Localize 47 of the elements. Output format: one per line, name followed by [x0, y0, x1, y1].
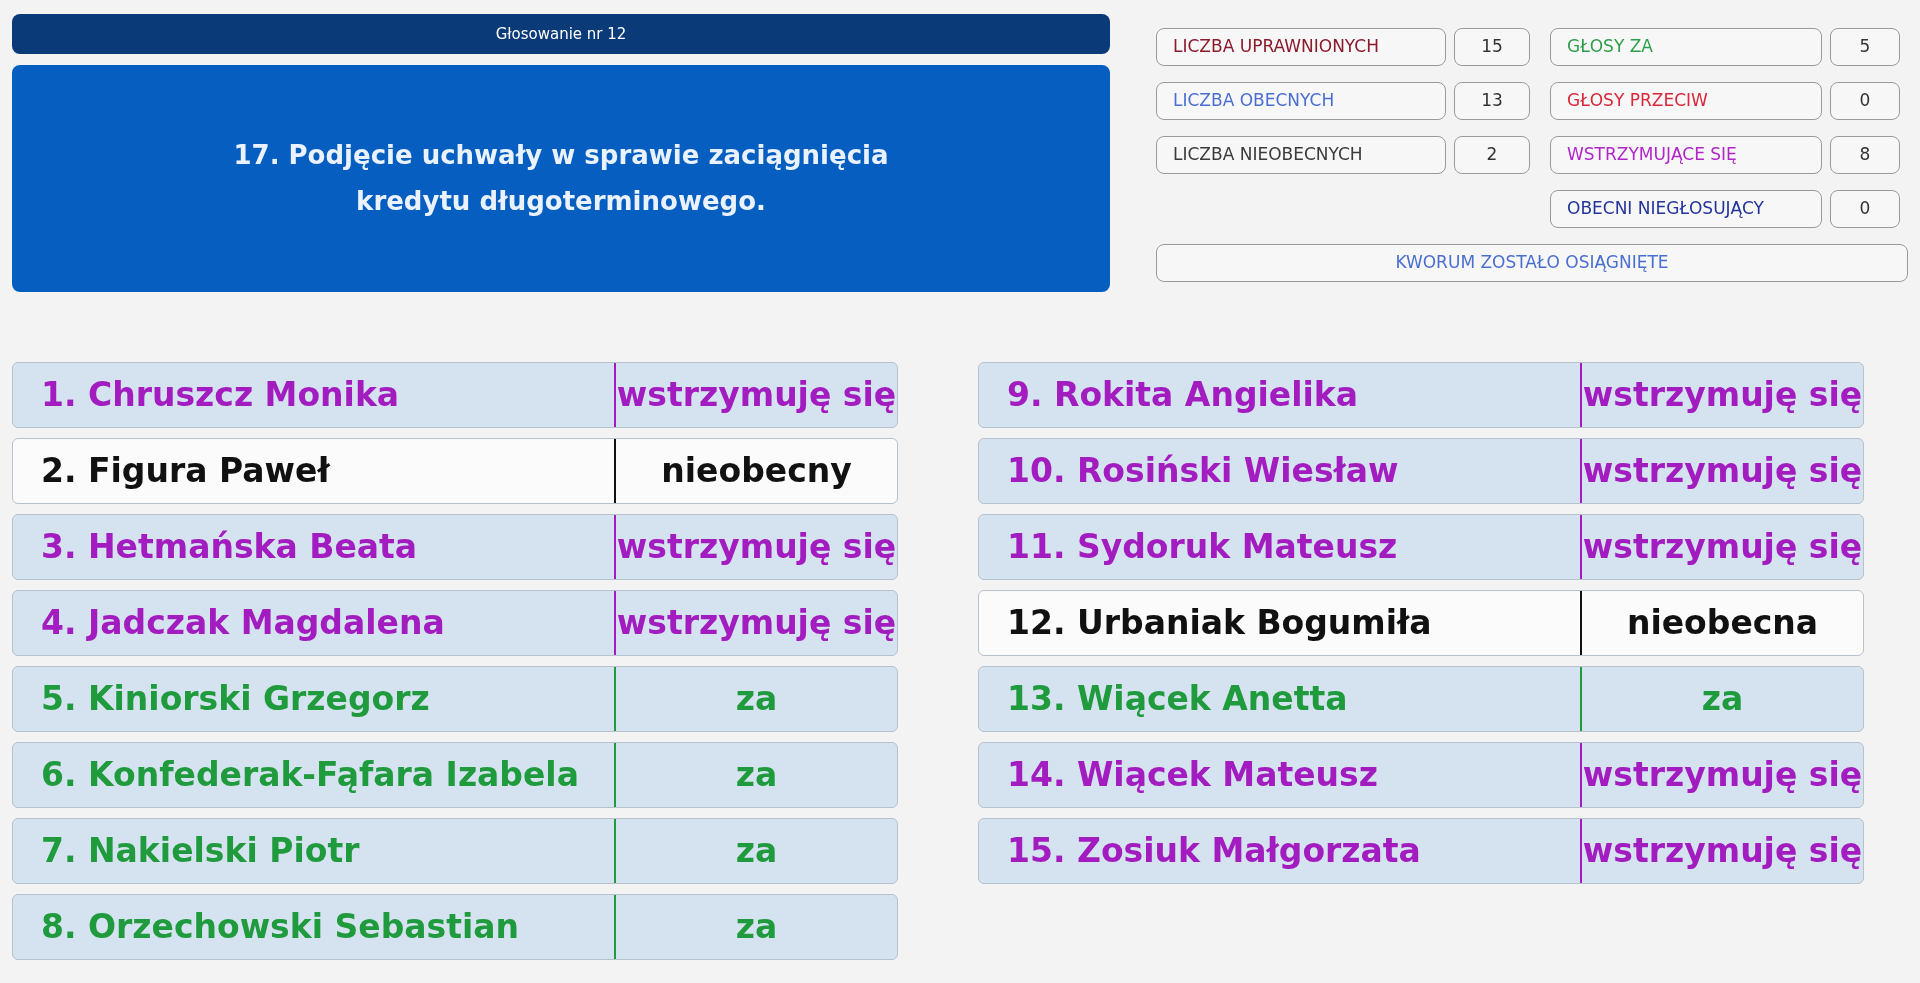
stat-label: LICZBA OBECNYCH: [1156, 82, 1446, 120]
stat-value: 13: [1454, 82, 1530, 120]
stat-value: 5: [1830, 28, 1900, 66]
stat-value: 15: [1454, 28, 1530, 66]
vote-result: wstrzymuję się: [614, 515, 897, 579]
member-name: 14. Wiącek Mateusz: [1006, 754, 1379, 797]
stat-label: WSTRZYMUJĄCE SIĘ: [1550, 136, 1822, 174]
member-name: 15. Zosiuk Małgorzata: [1006, 830, 1422, 873]
member-name: 7. Nakielski Piotr: [40, 830, 361, 873]
vote-result: wstrzymuję się: [1580, 439, 1863, 503]
stat-label: LICZBA UPRAWNIONYCH: [1156, 28, 1446, 66]
member-name: 2. Figura Paweł: [40, 450, 331, 493]
vote-result: za: [1580, 667, 1863, 731]
stat-value: 0: [1830, 82, 1900, 120]
member-name: 8. Orzechowski Sebastian: [40, 906, 521, 949]
vote-result: za: [614, 895, 897, 959]
vote-result: za: [614, 667, 897, 731]
quorum-status: KWORUM ZOSTAŁO OSIĄGNIĘTE: [1156, 244, 1908, 282]
stat-value: 8: [1830, 136, 1900, 174]
member-name: 5. Kiniorski Grzegorz: [40, 678, 431, 721]
stat-value: 2: [1454, 136, 1530, 174]
member-name: 3. Hetmańska Beata: [40, 526, 419, 569]
stat-label: LICZBA NIEOBECNYCH: [1156, 136, 1446, 174]
vote-result: wstrzymuję się: [1580, 363, 1863, 427]
vote-title: Głosowanie nr 12: [12, 14, 1110, 54]
stat-label: GŁOSY PRZECIW: [1550, 82, 1822, 120]
member-name: 11. Sydoruk Mateusz: [1006, 526, 1399, 569]
member-name: 1. Chruszcz Monika: [40, 374, 401, 417]
vote-result: wstrzymuję się: [614, 363, 897, 427]
vote-result: wstrzymuję się: [1580, 515, 1863, 579]
agenda-panel: 17. Podjęcie uchwały w sprawie zaciągnięcia kredytu długoterminowego.: [12, 65, 1110, 292]
member-name: 12. Urbaniak Bogumiła: [1006, 602, 1433, 645]
stat-label: OBECNI NIEGŁOSUJĄCY: [1550, 190, 1822, 228]
vote-result: za: [614, 819, 897, 883]
vote-result: nieobecny: [614, 439, 897, 503]
stat-label: GŁOSY ZA: [1550, 28, 1822, 66]
member-name: 9. Rokita Angielika: [1006, 374, 1360, 417]
member-name: 13. Wiącek Anetta: [1006, 678, 1349, 721]
vote-result: za: [614, 743, 897, 807]
vote-result: wstrzymuję się: [1580, 819, 1863, 883]
vote-result: nieobecna: [1580, 591, 1863, 655]
stat-value: 0: [1830, 190, 1900, 228]
member-name: 6. Konfederak-Fąfara Izabela: [40, 754, 580, 797]
vote-result: wstrzymuję się: [1580, 743, 1863, 807]
member-name: 10. Rosiński Wiesław: [1006, 450, 1400, 493]
vote-result: wstrzymuję się: [614, 591, 897, 655]
member-name: 4. Jadczak Magdalena: [40, 602, 446, 645]
